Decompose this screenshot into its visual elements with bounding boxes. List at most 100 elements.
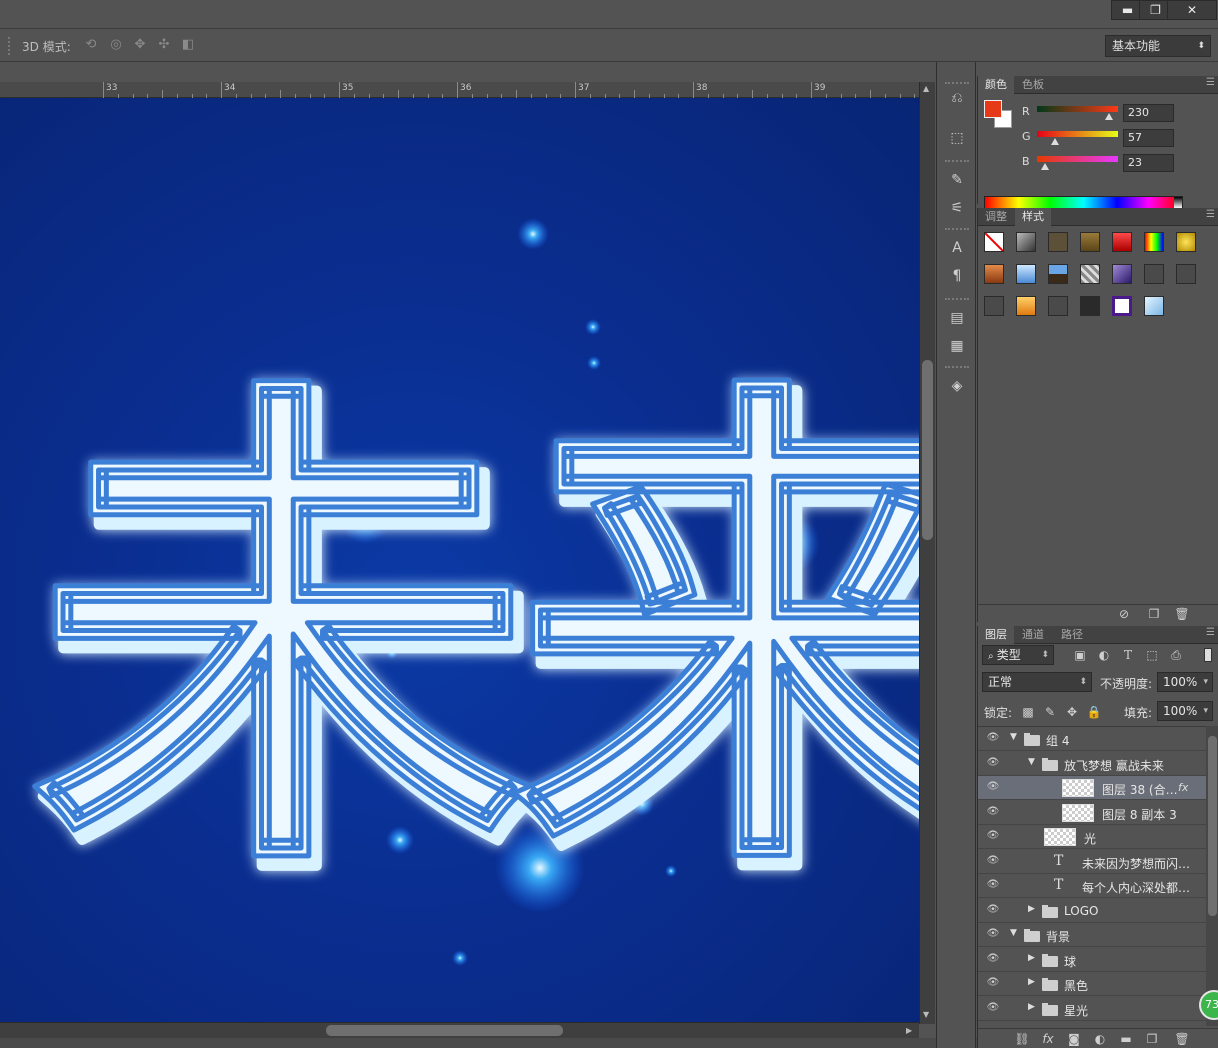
style-none-swatch[interactable] bbox=[984, 232, 1004, 252]
blend-mode-select[interactable]: 正常 ⬍ bbox=[982, 672, 1092, 692]
link-layers-icon[interactable]: ⛓ bbox=[1014, 1031, 1030, 1047]
visibility-eye-icon[interactable]: 👁 bbox=[986, 879, 1000, 891]
scroll-up-icon[interactable]: ▲ bbox=[923, 84, 929, 93]
fx-icon[interactable]: fx bbox=[1040, 1031, 1056, 1047]
visibility-eye-icon[interactable]: 👁 bbox=[986, 977, 1000, 989]
lock-transparent-icon[interactable]: ▩ bbox=[1020, 704, 1036, 720]
new-group-icon[interactable]: ▬ bbox=[1118, 1031, 1134, 1047]
horizontal-scrollbar[interactable]: ▶ bbox=[0, 1022, 919, 1038]
character-icon[interactable]: A bbox=[942, 236, 972, 260]
horizontal-ruler[interactable]: 33 34 35 36 37 38 39 bbox=[0, 82, 919, 98]
scroll-right-icon[interactable]: ▶ bbox=[906, 1026, 912, 1035]
visibility-eye-icon[interactable]: 👁 bbox=[986, 904, 1000, 916]
layer-row[interactable]: 👁 ▶ 星光 bbox=[978, 997, 1206, 1021]
style-swatch[interactable] bbox=[1144, 296, 1164, 316]
new-style-icon[interactable]: ❐ bbox=[1146, 606, 1162, 622]
style-swatch[interactable] bbox=[1176, 264, 1196, 284]
channel-g-input[interactable]: 57 bbox=[1123, 129, 1174, 147]
visibility-eye-icon[interactable]: 👁 bbox=[986, 806, 1000, 818]
expand-triangle-icon[interactable]: ▼ bbox=[1028, 757, 1035, 767]
filter-shape-icon[interactable]: ⬚ bbox=[1144, 647, 1160, 663]
panel-menu-icon[interactable]: ☰ bbox=[1206, 627, 1215, 638]
style-swatch[interactable] bbox=[1176, 232, 1196, 252]
foreground-color-swatch[interactable] bbox=[984, 100, 1002, 118]
expand-triangle-icon[interactable]: ▼ bbox=[1010, 928, 1017, 938]
channel-b-thumb[interactable] bbox=[1041, 163, 1049, 170]
tab-channels[interactable]: 通道 bbox=[1015, 626, 1051, 644]
panel-menu-icon[interactable]: ☰ bbox=[1206, 77, 1215, 88]
roll-3d-icon[interactable]: ◎ bbox=[107, 37, 125, 53]
visibility-eye-icon[interactable]: 👁 bbox=[986, 1002, 1000, 1014]
history-icon[interactable]: ⎌ bbox=[942, 86, 972, 110]
visibility-eye-icon[interactable]: 👁 bbox=[986, 830, 1000, 842]
style-swatch[interactable] bbox=[1112, 232, 1132, 252]
layer-list-scroll-thumb[interactable] bbox=[1208, 736, 1217, 916]
layer-row[interactable]: 👁 光 bbox=[978, 825, 1206, 849]
layer-row[interactable]: 👁 T 未来因为梦想而闪… bbox=[978, 850, 1206, 874]
style-swatch[interactable] bbox=[1080, 264, 1100, 284]
visibility-eye-icon[interactable]: 👁 bbox=[986, 781, 1000, 793]
lock-all-icon[interactable]: 🔒 bbox=[1086, 704, 1102, 720]
tab-layers[interactable]: 图层 bbox=[978, 626, 1014, 644]
filter-smart-object-icon[interactable]: ⎙ bbox=[1168, 647, 1184, 663]
layer-mask-icon[interactable]: ◙ bbox=[1066, 1031, 1082, 1047]
lock-image-icon[interactable]: ✎ bbox=[1042, 704, 1058, 720]
new-layer-icon[interactable]: ❐ bbox=[1144, 1031, 1160, 1047]
brush-presets-icon[interactable]: ✎ bbox=[942, 168, 972, 192]
filter-type-icon[interactable]: T bbox=[1120, 647, 1136, 663]
layer-effects-icon[interactable]: fx bbox=[1178, 781, 1188, 794]
filter-toggle[interactable] bbox=[1204, 648, 1212, 662]
filter-pixel-icon[interactable]: ▣ bbox=[1072, 647, 1088, 663]
style-swatch[interactable] bbox=[1144, 232, 1164, 252]
close-button[interactable]: ✕ bbox=[1167, 0, 1217, 20]
paragraph-icon[interactable]: ¶ bbox=[942, 264, 972, 288]
visibility-eye-icon[interactable]: 👁 bbox=[986, 928, 1000, 940]
visibility-eye-icon[interactable]: 👁 bbox=[986, 855, 1000, 867]
properties-icon[interactable]: ▦ bbox=[942, 334, 972, 358]
visibility-eye-icon[interactable]: 👁 bbox=[986, 953, 1000, 965]
lock-position-icon[interactable]: ✥ bbox=[1064, 704, 1080, 720]
layer-row[interactable]: 👁 ▶ 黑色 bbox=[978, 972, 1206, 996]
channel-b-input[interactable]: 23 bbox=[1123, 154, 1174, 172]
slide-3d-icon[interactable]: ✣ bbox=[155, 37, 173, 53]
layer-row[interactable]: 👁 ▼ 放飞梦想 赢战未来 bbox=[978, 752, 1206, 776]
style-swatch[interactable] bbox=[1144, 264, 1164, 284]
drag-3d-icon[interactable]: ✥ bbox=[131, 37, 149, 53]
style-swatch[interactable] bbox=[1048, 264, 1068, 284]
style-swatch[interactable] bbox=[1016, 296, 1036, 316]
trash-icon[interactable]: 🗑 bbox=[1174, 606, 1190, 622]
layer-list-scrollbar[interactable] bbox=[1206, 726, 1218, 1026]
layer-row[interactable]: 👁 图层 38 (合… fx bbox=[978, 776, 1206, 800]
visibility-eye-icon[interactable]: 👁 bbox=[986, 757, 1000, 769]
scroll-down-icon[interactable]: ▼ bbox=[923, 1010, 929, 1019]
layer-row[interactable]: 👁 ▼ 背景 bbox=[978, 923, 1206, 947]
style-swatch[interactable] bbox=[1048, 232, 1068, 252]
notes-icon[interactable]: ▤ bbox=[942, 306, 972, 330]
collapse-triangle-icon[interactable]: ▶ bbox=[1028, 904, 1035, 914]
3d-cube-icon[interactable]: ◈ bbox=[942, 374, 972, 398]
fill-input[interactable]: 100% ▾ bbox=[1157, 701, 1213, 721]
scale-3d-icon[interactable]: ◧ bbox=[179, 37, 197, 53]
panel-menu-icon[interactable]: ☰ bbox=[1206, 209, 1215, 220]
tab-adjustments[interactable]: 调整 bbox=[978, 208, 1014, 226]
opacity-input[interactable]: 100% ▾ bbox=[1157, 672, 1213, 692]
style-swatch[interactable] bbox=[1112, 264, 1132, 284]
channel-b-slider[interactable] bbox=[1037, 156, 1118, 162]
style-swatch-selected[interactable] bbox=[1112, 296, 1132, 316]
channel-r-slider[interactable] bbox=[1037, 106, 1118, 112]
expand-triangle-icon[interactable]: ▼ bbox=[1010, 732, 1017, 742]
clear-style-icon[interactable]: ⊘ bbox=[1116, 606, 1132, 622]
style-swatch[interactable] bbox=[1080, 232, 1100, 252]
brush-settings-icon[interactable]: ⚟ bbox=[942, 196, 972, 220]
vertical-scrollbar[interactable]: ▲ ▼ bbox=[919, 82, 935, 1024]
vertical-scroll-thumb[interactable] bbox=[922, 360, 933, 540]
channel-g-thumb[interactable] bbox=[1051, 138, 1059, 145]
layer-row[interactable]: 👁 图层 8 副本 3 bbox=[978, 801, 1206, 825]
style-swatch[interactable] bbox=[1016, 264, 1036, 284]
layer-row[interactable]: 👁 ▶ LOGO bbox=[978, 899, 1206, 923]
3d-panel-icon[interactable]: ⬚ bbox=[942, 126, 972, 150]
rotate-3d-icon[interactable]: ⟲ bbox=[82, 37, 100, 53]
tab-paths[interactable]: 路径 bbox=[1054, 626, 1090, 644]
style-swatch[interactable] bbox=[1016, 232, 1036, 252]
layer-row[interactable]: 👁 T 每个人内心深处都… bbox=[978, 874, 1206, 898]
